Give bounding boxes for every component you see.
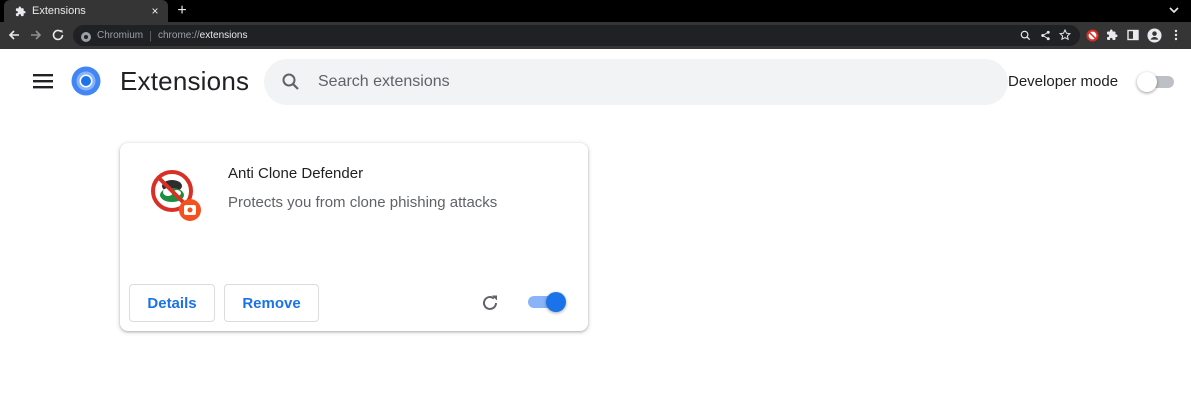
search-icon (281, 72, 301, 92)
omnibox-domain: Chromium (97, 30, 144, 41)
hamburger-menu-icon[interactable] (33, 72, 53, 90)
omnibox-separator: | (149, 29, 152, 42)
forward-icon[interactable] (27, 26, 45, 44)
back-icon[interactable] (5, 26, 23, 44)
share-icon[interactable] (1038, 28, 1052, 42)
zoom-icon[interactable] (1018, 28, 1032, 42)
developer-mode-label: Developer mode (1008, 73, 1119, 90)
browser-toolbar: Chromium | chrome://extensions (0, 22, 1191, 49)
omnibox-url: chrome://extensions (158, 30, 248, 41)
extension-name: Anti Clone Defender (228, 165, 364, 182)
side-panel-icon[interactable] (1125, 27, 1141, 43)
extension-description: Protects you from clone phishing attacks (228, 194, 498, 211)
omnibox-path: extensions (199, 30, 248, 41)
puzzle-icon (14, 5, 26, 17)
omnibox[interactable]: Chromium | chrome://extensions (73, 25, 1080, 46)
anti-clone-defender-icon (148, 167, 204, 223)
tab-title: Extensions (32, 5, 86, 17)
kebab-menu-icon[interactable] (1168, 27, 1184, 43)
developer-mode-toggle[interactable] (1137, 72, 1174, 92)
tab-search-chevron-icon[interactable] (1167, 3, 1181, 17)
search-input[interactable] (318, 73, 918, 91)
site-info-icon[interactable] (80, 30, 92, 42)
chrome-logo-icon (71, 66, 101, 96)
reload-icon[interactable] (49, 26, 67, 44)
search-bar[interactable] (264, 59, 1008, 105)
profile-icon[interactable] (1146, 27, 1162, 43)
remove-button[interactable]: Remove (224, 284, 319, 322)
bookmark-star-icon[interactable] (1058, 28, 1072, 42)
tab-strip: Extensions × + (0, 0, 1191, 22)
details-button[interactable]: Details (129, 284, 215, 322)
reload-extension-icon[interactable] (479, 292, 501, 314)
page-title: Extensions (120, 66, 250, 96)
extension-card: Anti Clone Defender Protects you from cl… (120, 143, 588, 331)
extension-toggle-knob (546, 292, 566, 312)
omnibox-scheme: chrome:// (157, 30, 200, 41)
developer-mode-toggle-knob (1137, 72, 1157, 92)
extension-icon[interactable] (1084, 27, 1100, 43)
new-tab-button[interactable]: + (174, 1, 190, 21)
tab-extensions[interactable]: Extensions × (4, 0, 168, 22)
extensions-menu-icon[interactable] (1104, 27, 1120, 43)
extension-enable-toggle[interactable] (528, 292, 568, 312)
tab-close-icon[interactable]: × (148, 4, 162, 18)
